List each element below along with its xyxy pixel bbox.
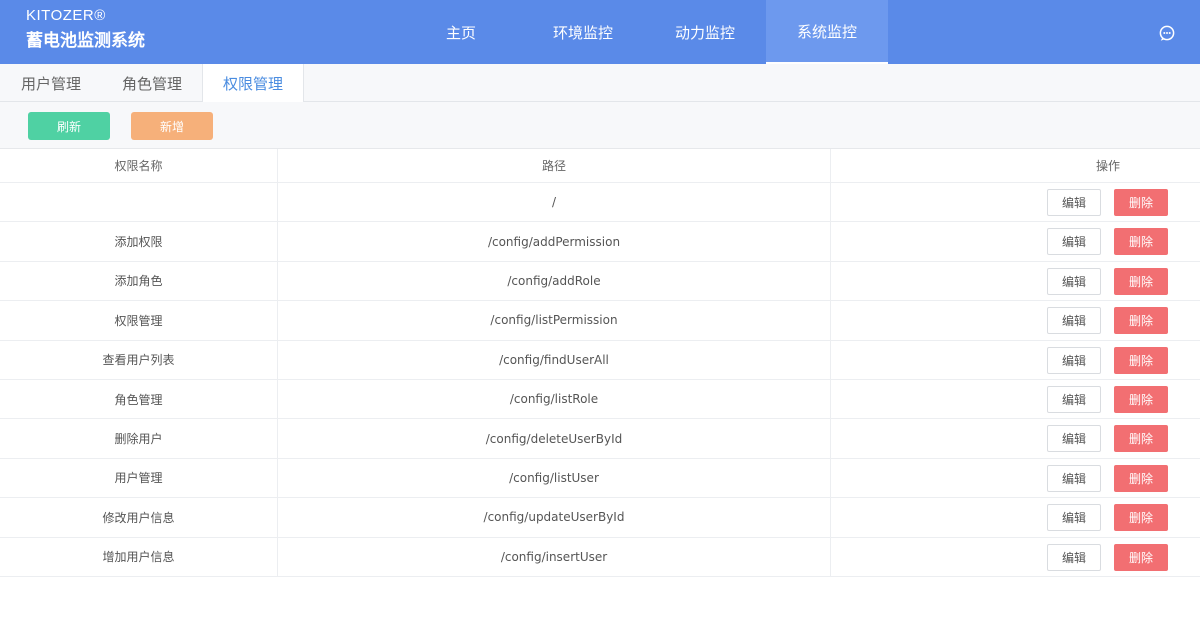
nav-system-monitor[interactable]: 系统监控 [766, 0, 888, 64]
edit-button[interactable]: 编辑 [1047, 464, 1101, 492]
row-actions: 编辑 删除 [831, 301, 1200, 339]
delete-button[interactable]: 删除 [1114, 385, 1168, 413]
tab-role-management[interactable]: 角色管理 [102, 64, 202, 102]
nav-home[interactable]: 主页 [400, 0, 522, 64]
row-actions: 编辑 删除 [831, 341, 1200, 379]
row-actions: 编辑 删除 [831, 538, 1200, 576]
refresh-button[interactable]: 刷新 [28, 112, 110, 140]
delete-button[interactable]: 删除 [1114, 464, 1168, 492]
nav-power-monitor[interactable]: 动力监控 [644, 0, 766, 64]
delete-button[interactable]: 删除 [1114, 267, 1168, 295]
tab-user-management[interactable]: 用户管理 [0, 64, 102, 102]
edit-button[interactable]: 编辑 [1047, 504, 1101, 532]
table-row: 增加用户信息/config/insertUser 编辑 删除 [0, 537, 1200, 577]
permission-table: 权限名称 路径 操作 / 编辑 删除 添加权限/config/addPermissio… [0, 149, 1200, 577]
edit-button[interactable]: 编辑 [1047, 189, 1101, 216]
permission-path: /config/addPermission [278, 222, 831, 261]
chat-bubble-icon[interactable] [1159, 25, 1175, 41]
row-actions: 编辑 删除 [831, 262, 1200, 300]
edit-button[interactable]: 编辑 [1047, 228, 1101, 256]
table-row: 修改用户信息/config/updateUserById 编辑 删除 [0, 498, 1200, 538]
column-header-actions: 操作 [1096, 159, 1121, 173]
row-actions: 编辑 删除 [831, 498, 1200, 536]
permission-name: 角色管理 [0, 379, 278, 419]
row-actions: 编辑 删除 [831, 183, 1200, 221]
permission-path: /config/addRole [278, 261, 831, 301]
add-button[interactable]: 新增 [131, 112, 213, 140]
row-actions: 编辑 删除 [831, 380, 1200, 418]
permission-name: 添加角色 [0, 261, 278, 301]
delete-button[interactable]: 删除 [1114, 425, 1168, 453]
edit-button[interactable]: 编辑 [1047, 307, 1101, 335]
edit-button[interactable]: 编辑 [1047, 385, 1101, 413]
edit-button[interactable]: 编辑 [1047, 543, 1101, 571]
delete-button[interactable]: 删除 [1114, 504, 1168, 532]
table-row: / 编辑 删除 [0, 183, 1200, 223]
delete-button[interactable]: 删除 [1114, 307, 1168, 335]
row-actions: 编辑 删除 [831, 419, 1200, 457]
permission-name [0, 183, 278, 222]
toolbar: 刷新 新增 [0, 102, 1200, 149]
permission-name: 增加用户信息 [0, 537, 278, 576]
table-row: 角色管理/config/listRole 编辑 删除 [0, 379, 1200, 420]
brand: KITOZER® 蓄电池监测系统 [26, 6, 145, 54]
permission-path: /config/findUserAll [278, 340, 831, 379]
delete-button[interactable]: 删除 [1114, 189, 1168, 216]
permission-path: /config/listRole [278, 379, 831, 419]
column-header-name: 权限名称 [0, 149, 278, 182]
edit-button[interactable]: 编辑 [1047, 425, 1101, 453]
sub-tabs: 用户管理 角色管理 权限管理 [0, 64, 1200, 103]
column-header-path: 路径 [278, 149, 831, 182]
table-row: 用户管理/config/listUser 编辑 删除 [0, 458, 1200, 499]
table-row: 权限管理/config/listPermission 编辑 删除 [0, 301, 1200, 341]
main-nav: 主页 环境监控 动力监控 系统监控 [400, 0, 888, 64]
row-actions: 编辑 删除 [831, 222, 1200, 260]
brand-logo-text: KITOZER® [26, 7, 106, 24]
table-row: 删除用户/config/deleteUserById 编辑 删除 [0, 419, 1200, 459]
permission-name: 权限管理 [0, 301, 278, 340]
permission-path: /config/listUser [278, 458, 831, 498]
permission-path: /config/deleteUserById [278, 419, 831, 458]
table-row: 添加权限/config/addPermission 编辑 删除 [0, 222, 1200, 262]
permission-path: /config/updateUserById [278, 498, 831, 537]
permission-name: 添加权限 [0, 222, 278, 261]
table-header: 权限名称 路径 操作 [0, 149, 1200, 183]
permission-path: /config/insertUser [278, 537, 831, 576]
edit-button[interactable]: 编辑 [1047, 346, 1101, 374]
delete-button[interactable]: 删除 [1114, 346, 1168, 374]
row-actions: 编辑 删除 [831, 459, 1200, 497]
top-header: KITOZER® 蓄电池监测系统 主页 环境监控 动力监控 系统监控 [0, 0, 1200, 64]
app-title: 蓄电池监测系统 [26, 31, 145, 51]
permission-name: 查看用户列表 [0, 340, 278, 379]
nav-environment-monitor[interactable]: 环境监控 [522, 0, 644, 64]
tab-permission-management[interactable]: 权限管理 [202, 64, 304, 103]
table-row: 查看用户列表/config/findUserAll 编辑 删除 [0, 340, 1200, 380]
permission-path: / [278, 183, 831, 222]
permission-name: 用户管理 [0, 458, 278, 498]
edit-button[interactable]: 编辑 [1047, 267, 1101, 295]
permission-name: 删除用户 [0, 419, 278, 458]
delete-button[interactable]: 删除 [1114, 228, 1168, 256]
delete-button[interactable]: 删除 [1114, 543, 1168, 571]
table-row: 添加角色/config/addRole 编辑 删除 [0, 261, 1200, 302]
permission-path: /config/listPermission [278, 301, 831, 340]
permission-name: 修改用户信息 [0, 498, 278, 537]
